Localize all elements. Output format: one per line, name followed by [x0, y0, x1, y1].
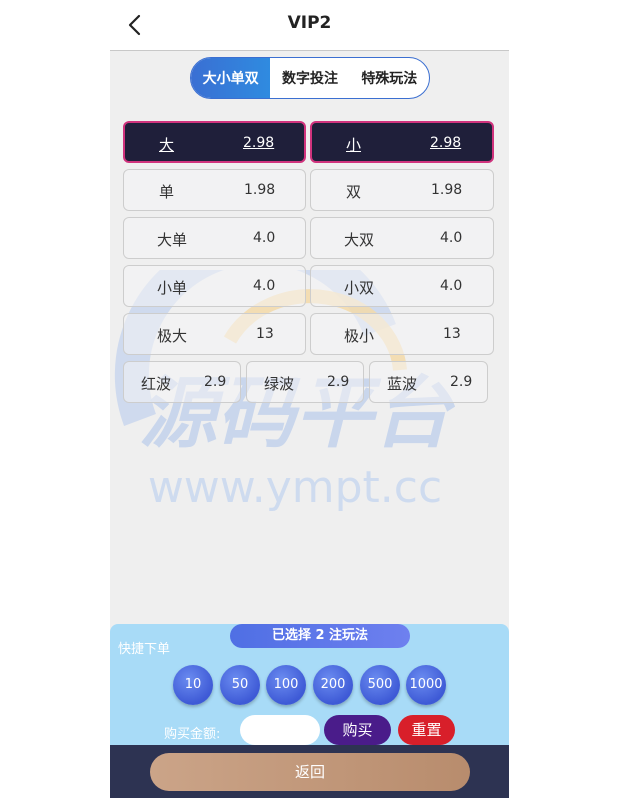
- amount-label: 购买金额:: [164, 727, 221, 742]
- bet-option-extreme-small[interactable]: 极小 13: [310, 313, 494, 355]
- bet-option-odd[interactable]: 单 1.98: [123, 169, 306, 211]
- tab-number-bet[interactable]: 数字投注: [270, 58, 349, 98]
- bet-odds: 13: [443, 326, 461, 342]
- bet-name: 极大: [157, 327, 188, 345]
- bet-name: 红波: [141, 375, 172, 393]
- bet-name: 大双: [344, 231, 375, 249]
- bet-option-red-wave[interactable]: 红波 2.9: [123, 361, 241, 403]
- reset-button[interactable]: 重置: [398, 715, 455, 745]
- bet-option-big-even[interactable]: 大双 4.0: [310, 217, 494, 259]
- bet-odds: 2.98: [243, 135, 275, 151]
- bet-option-small-even[interactable]: 小双 4.0: [310, 265, 494, 307]
- chip-200[interactable]: 200: [313, 665, 353, 705]
- chip-1000[interactable]: 1000: [406, 665, 446, 705]
- bet-odds: 2.9: [204, 374, 227, 390]
- play-type-tabs: 大小单双 数字投注 特殊玩法: [190, 57, 430, 99]
- chip-50[interactable]: 50: [220, 665, 260, 705]
- watermark-url: www.ympt.cc: [148, 462, 442, 513]
- bet-odds: 4.0: [253, 278, 276, 294]
- bet-odds: 1.98: [431, 182, 463, 198]
- return-button[interactable]: 返回: [150, 753, 470, 791]
- chip-500[interactable]: 500: [360, 665, 400, 705]
- buy-button[interactable]: 购买: [324, 715, 391, 745]
- chip-100[interactable]: 100: [266, 665, 306, 705]
- bet-odds: 13: [256, 326, 274, 342]
- bet-name: 蓝波: [387, 375, 418, 393]
- bet-name: 小: [346, 136, 362, 154]
- bet-option-big-odd[interactable]: 大单 4.0: [123, 217, 306, 259]
- bet-name: 小单: [157, 279, 188, 297]
- bet-option-small-odd[interactable]: 小单 4.0: [123, 265, 306, 307]
- bet-option-big[interactable]: 大 2.98: [123, 121, 306, 163]
- bet-name: 大单: [157, 231, 188, 249]
- bet-odds: 4.0: [440, 230, 463, 246]
- bet-odds: 2.9: [450, 374, 473, 390]
- bet-name: 极小: [344, 327, 375, 345]
- page-title: VIP2: [287, 13, 332, 33]
- bet-odds: 4.0: [253, 230, 276, 246]
- bet-name: 双: [346, 183, 362, 201]
- chip-10[interactable]: 10: [173, 665, 213, 705]
- bet-odds: 1.98: [244, 182, 276, 198]
- bet-odds: 4.0: [440, 278, 463, 294]
- bet-name: 小双: [344, 279, 375, 297]
- bet-option-small[interactable]: 小 2.98: [310, 121, 494, 163]
- amount-input[interactable]: [240, 715, 320, 745]
- bet-odds: 2.98: [430, 135, 462, 151]
- bet-option-extreme-big[interactable]: 极大 13: [123, 313, 306, 355]
- footer-bar: 返回: [110, 745, 509, 798]
- header-bar: VIP2: [110, 0, 509, 51]
- bet-odds: 2.9: [327, 374, 350, 390]
- bet-name: 绿波: [264, 375, 295, 393]
- app-screen: VIP2 大小单双 数字投注 特殊玩法 源码平台 www.ympt.cc 大 2…: [110, 0, 509, 798]
- bet-option-even[interactable]: 双 1.98: [310, 169, 494, 211]
- bet-name: 单: [159, 183, 175, 201]
- bet-option-green-wave[interactable]: 绿波 2.9: [246, 361, 364, 403]
- bet-option-blue-wave[interactable]: 蓝波 2.9: [369, 361, 488, 403]
- quick-order-panel: 已选择 2 注玩法 快捷下单 10 50 100 200 500 1000 购买…: [110, 624, 509, 746]
- bet-name: 大: [159, 136, 175, 154]
- tab-big-small-odd-even[interactable]: 大小单双: [191, 58, 271, 98]
- selected-count-banner: 已选择 2 注玩法: [230, 624, 410, 648]
- tab-special-play[interactable]: 特殊玩法: [350, 58, 429, 98]
- quick-order-label: 快捷下单: [118, 642, 171, 657]
